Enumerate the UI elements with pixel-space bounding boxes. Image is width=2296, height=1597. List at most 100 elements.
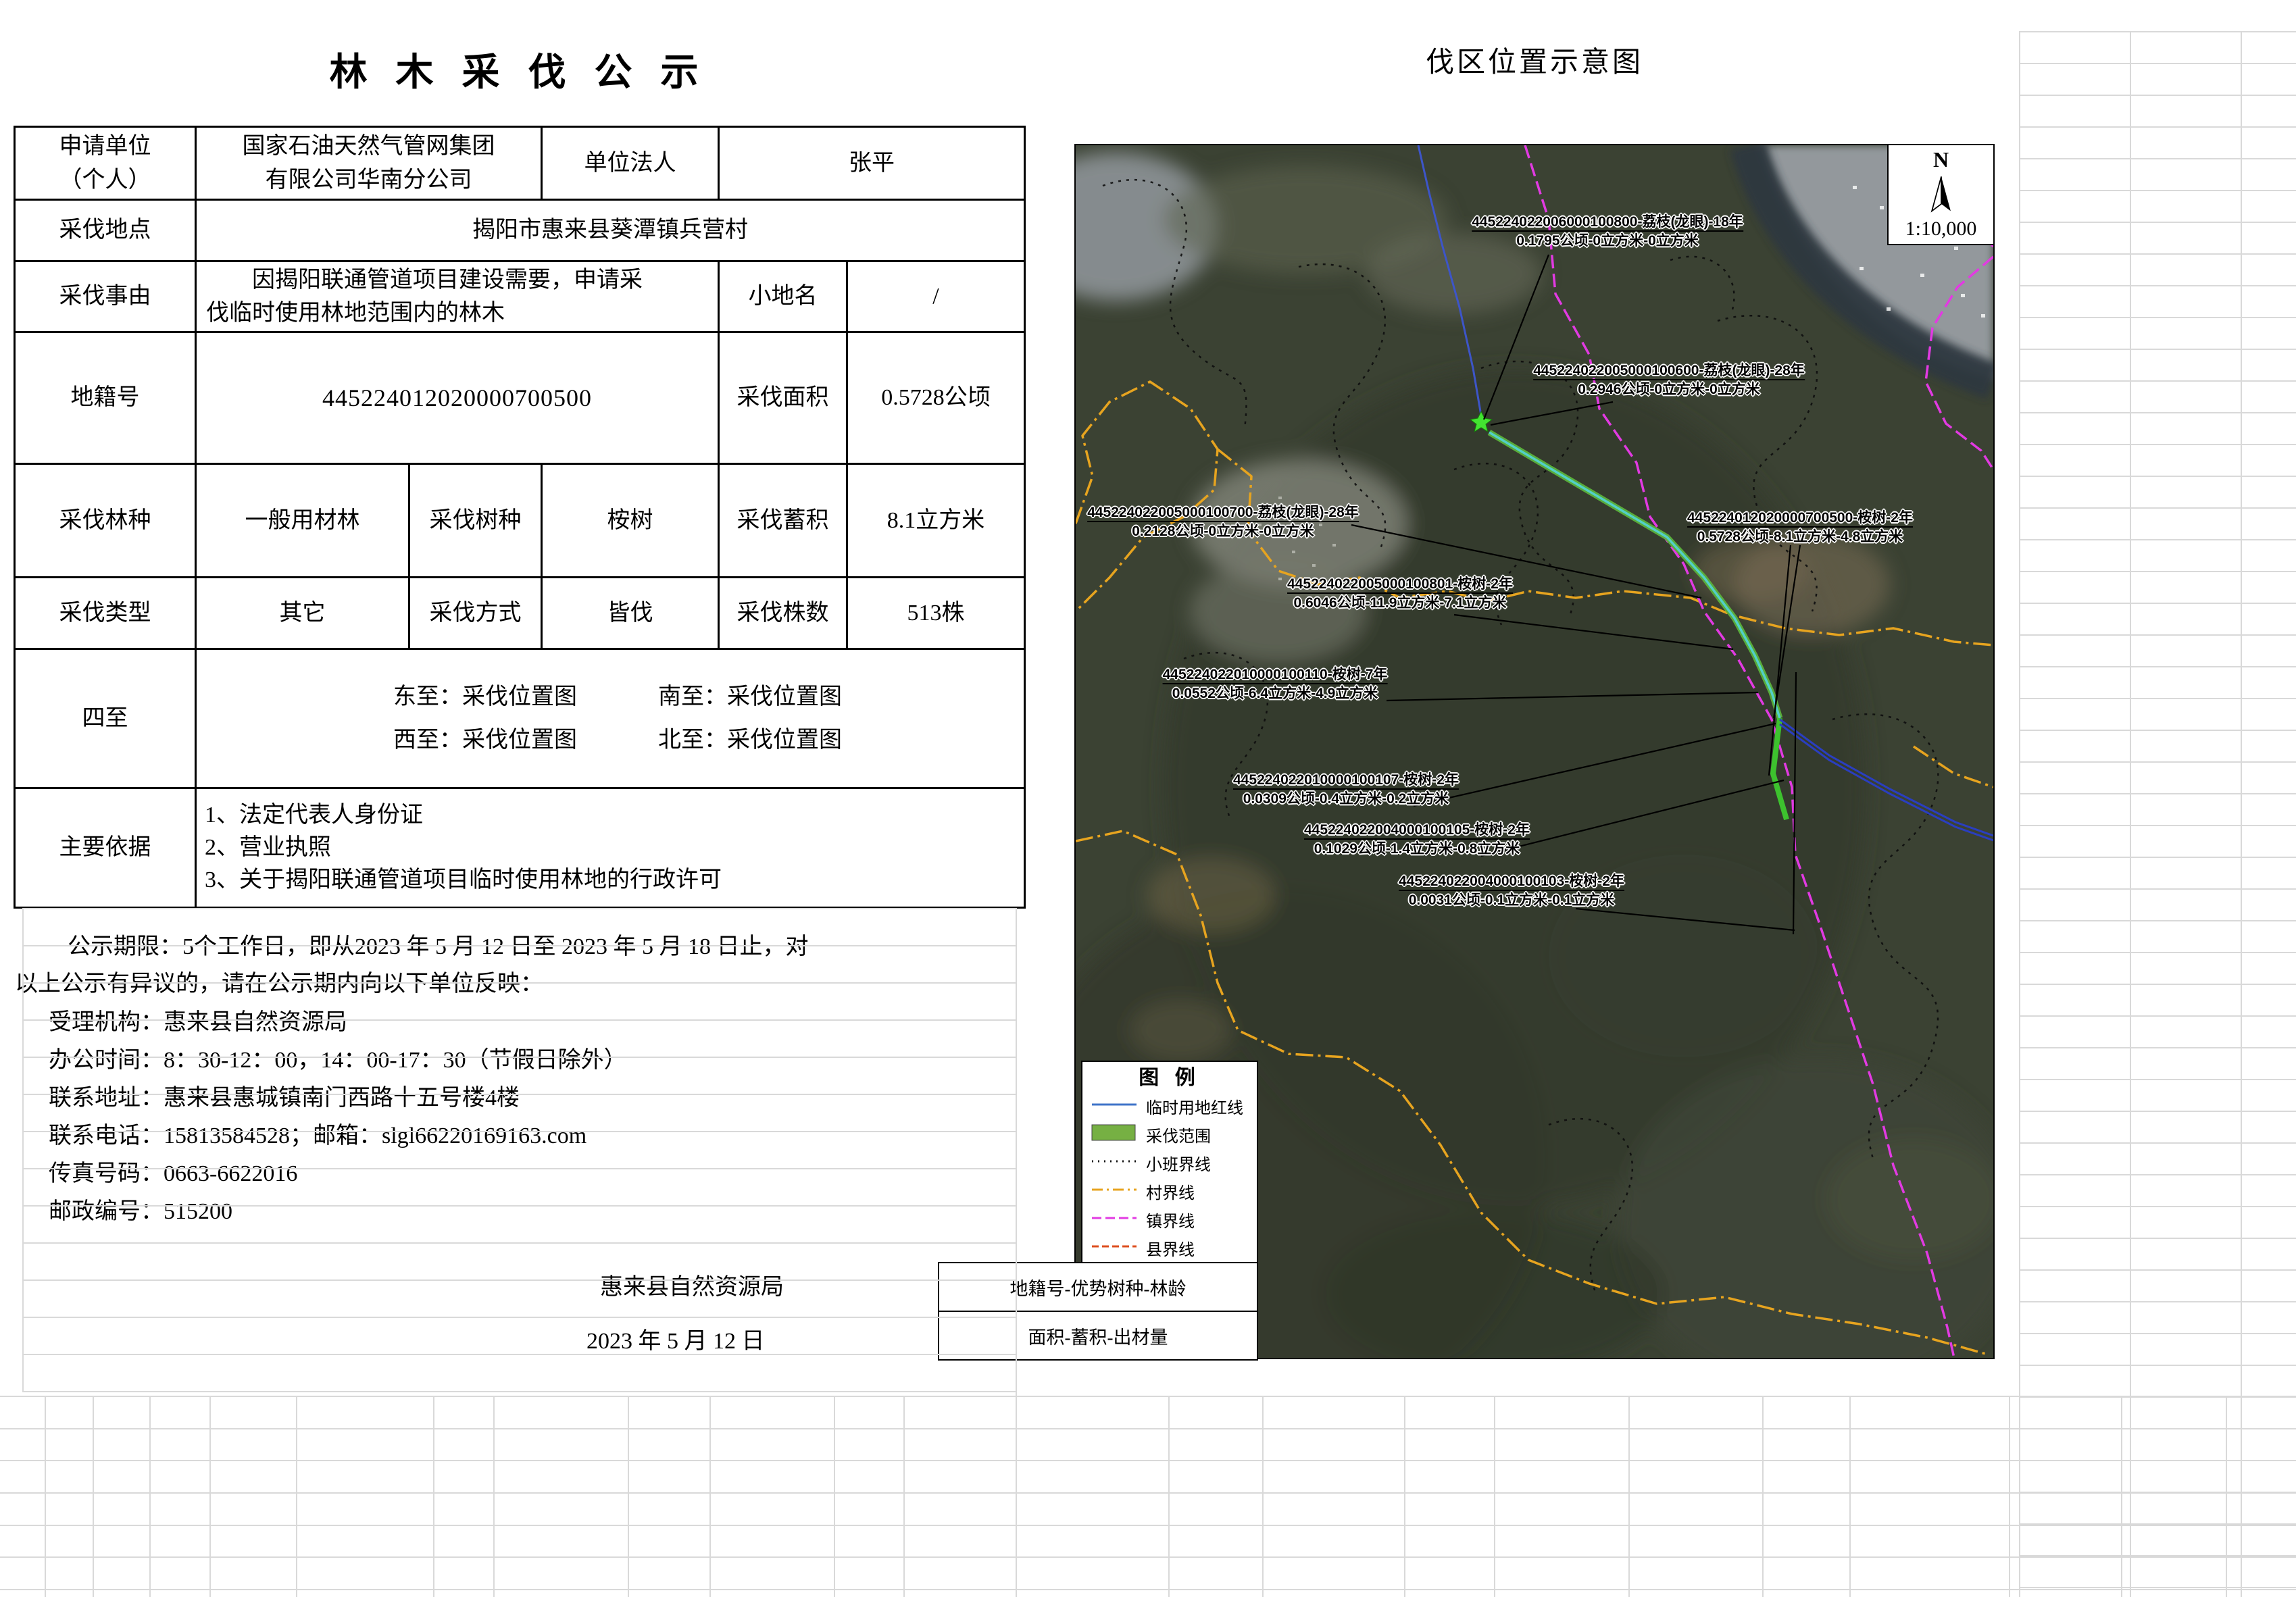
plot-label-id: 445224022010000100107-桉树-2年 <box>1233 772 1459 790</box>
legal-rep-value-cell: 张平 <box>718 126 1026 201</box>
gridline <box>2019 126 2296 128</box>
tree-count-value-cell: 513株 <box>846 576 1026 650</box>
plot-label: 445224022005000100801-桉树-2年0.6046公顷-11.9… <box>1287 575 1513 613</box>
plot-label-id: 445224022006000100800-荔枝(龙眼)-18年 <box>1472 214 1743 232</box>
place-name-label-cell: 小地名 <box>718 260 848 333</box>
basis-item: 1、法定代表人身份证 <box>205 799 722 832</box>
gridline <box>22 1391 1016 1392</box>
north-arrow-icon <box>1928 175 1955 214</box>
gridline <box>2226 1396 2227 1597</box>
plot-label-metrics: 0.5728公顷-8.1立方米-4.8立方米 <box>1687 528 1913 547</box>
boundaries-label-cell: 四至 <box>14 648 197 789</box>
reason-label-cell: 采伐事由 <box>14 260 197 333</box>
basis-value-cell: 1、法定代表人身份证2、营业执照3、关于揭阳联通管道项目临时使用林地的行政许可 <box>195 787 1026 909</box>
plot-label-id: 445224022010000100110-桉树-7年 <box>1163 667 1388 684</box>
plot-label-id: 445224022004000100105-桉树-2年 <box>1304 822 1530 840</box>
gridline <box>22 1279 1016 1281</box>
cut-type-label-cell: 采伐类型 <box>14 576 197 650</box>
location-label-cell: 采伐地点 <box>14 199 197 262</box>
boundary-north: 北至：采伐位置图 <box>658 724 842 757</box>
gridline <box>0 1589 2296 1590</box>
gridline <box>2019 1587 2296 1588</box>
legend-footer-line1: 地籍号-优势树种-林龄 <box>939 1263 1257 1312</box>
gridline <box>1168 1396 1170 1597</box>
contact-line: 传真号码：0663-6622016 <box>49 1155 627 1193</box>
forest-type-value-cell: 一般用材林 <box>195 463 410 578</box>
gridline <box>22 1131 1016 1132</box>
plot-label-id: 445224022005000100600-荔枝(龙眼)-28年 <box>1533 363 1805 380</box>
contact-block: 受理机构：惠来县自然资源局办公时间：8：30-12：00，14：00-17：30… <box>49 1004 627 1231</box>
area-value-cell: 0.5728公顷 <box>846 331 1026 465</box>
boundary-east: 东至：采伐位置图 <box>393 680 577 713</box>
legend-item: 镇界线 <box>1082 1205 1257 1234</box>
gridline <box>2019 1238 2296 1239</box>
basis-item: 2、营业执照 <box>205 832 722 864</box>
contact-line: 联系电话：15813584528；邮箱：slgl66220169163.com <box>49 1117 627 1155</box>
plot-label: 445224022006000100800-荔枝(龙眼)-18年0.1795公顷… <box>1472 213 1743 251</box>
gridline <box>2019 666 2296 667</box>
gridline <box>2019 1269 2296 1271</box>
plot-label-metrics: 0.0552公顷-6.4立方米-4.9立方米 <box>1163 684 1388 703</box>
gridline <box>149 1396 151 1597</box>
gridline <box>2019 1365 2296 1366</box>
gridline <box>45 1396 46 1597</box>
legend-label: 采伐范围 <box>1146 1123 1211 1146</box>
contact-line: 邮政编号：515200 <box>49 1193 627 1231</box>
applicant-label-cell: 申请单位 （个人） <box>14 126 197 201</box>
legend-footer-line2: 面积-蓄积-出材量 <box>939 1312 1257 1359</box>
legend-symbol-line <box>1089 1236 1146 1260</box>
legend-footer: 地籍号-优势树种-林龄 面积-蓄积-出材量 <box>938 1262 1258 1361</box>
gridline <box>2019 380 2296 382</box>
gridline <box>493 1396 495 1597</box>
gridline <box>22 1242 1016 1244</box>
gridline <box>93 1396 94 1597</box>
plot-label: 445224022005000100600-荔枝(龙眼)-28年0.2946公顷… <box>1533 361 1805 399</box>
legend-symbol-area <box>1089 1123 1146 1146</box>
legend-title: 图 例 <box>1082 1065 1257 1092</box>
plot-label-metrics: 0.2946公顷-0立方米-0立方米 <box>1533 380 1805 399</box>
gridline <box>2019 31 2020 1597</box>
tree-species-value-cell: 桉树 <box>541 463 720 578</box>
gridline <box>22 1057 1016 1058</box>
gridline <box>2019 31 2296 32</box>
gridline <box>2019 920 2296 921</box>
map-title: 伐区位置示意图 <box>1074 39 1995 80</box>
basis-item: 3、关于揭阳联通管道项目临时使用林地的行政许可 <box>205 864 722 896</box>
boundary-west: 西至：采伐位置图 <box>393 724 577 757</box>
plot-label: 445224022004000100103-桉树-2年0.0031公顷-0.1立… <box>1399 872 1624 910</box>
gridline <box>2019 825 2296 826</box>
gridline <box>22 1205 1016 1207</box>
gridline <box>1262 1396 1264 1597</box>
reason-value-cell: 因揭阳联通管道项目建设需要，申请采 伐临时使用林地范围内的林木 <box>195 260 720 333</box>
gridline <box>2019 1301 2296 1302</box>
gridline <box>2019 95 2296 96</box>
contact-line: 联系地址：惠来县惠城镇南门西路十五号楼4楼 <box>49 1080 627 1117</box>
legend-item: 小班界线 <box>1082 1148 1257 1177</box>
plot-label: 445224022005000100700-荔枝(龙眼)-28年0.2128公顷… <box>1087 503 1359 541</box>
gridline <box>2241 31 2242 1597</box>
tree-species-label-cell: 采伐树种 <box>408 463 543 578</box>
cut-type-value-cell: 其它 <box>195 576 410 650</box>
gridline <box>0 1396 2296 1397</box>
legend-item: 采伐范围 <box>1082 1120 1257 1148</box>
plot-label-metrics: 0.1795公顷-0立方米-0立方米 <box>1472 232 1743 251</box>
signature: 惠来县自然资源局 <box>600 1269 784 1306</box>
gridline <box>2019 1047 2296 1048</box>
north-label: N <box>1933 148 1949 171</box>
legend-symbol-line <box>1089 1180 1146 1203</box>
legal-rep-label-cell: 单位法人 <box>541 126 720 201</box>
legend: 图 例 临时用地红线采伐范围小班界线村界线镇界线县界线 <box>1081 1061 1258 1263</box>
gridline <box>1762 1396 1764 1597</box>
gridline <box>433 1396 434 1597</box>
gridline <box>22 1019 1016 1021</box>
gridline <box>1016 908 1017 1396</box>
notice-title: 林 木 采 伐 公 示 <box>14 42 1024 97</box>
gridline <box>209 1396 211 1597</box>
place-name-value-cell: / <box>846 260 1026 333</box>
plot-label: 445224022010000100110-桉树-7年0.0552公顷-6.4立… <box>1163 665 1388 703</box>
plot-label-metrics: 0.0309公顷-0.4立方米-0.2立方米 <box>1233 790 1459 809</box>
gridline <box>903 1396 905 1597</box>
gridline <box>2019 476 2296 477</box>
gridline <box>296 1396 297 1597</box>
legend-item: 县界线 <box>1082 1234 1257 1262</box>
